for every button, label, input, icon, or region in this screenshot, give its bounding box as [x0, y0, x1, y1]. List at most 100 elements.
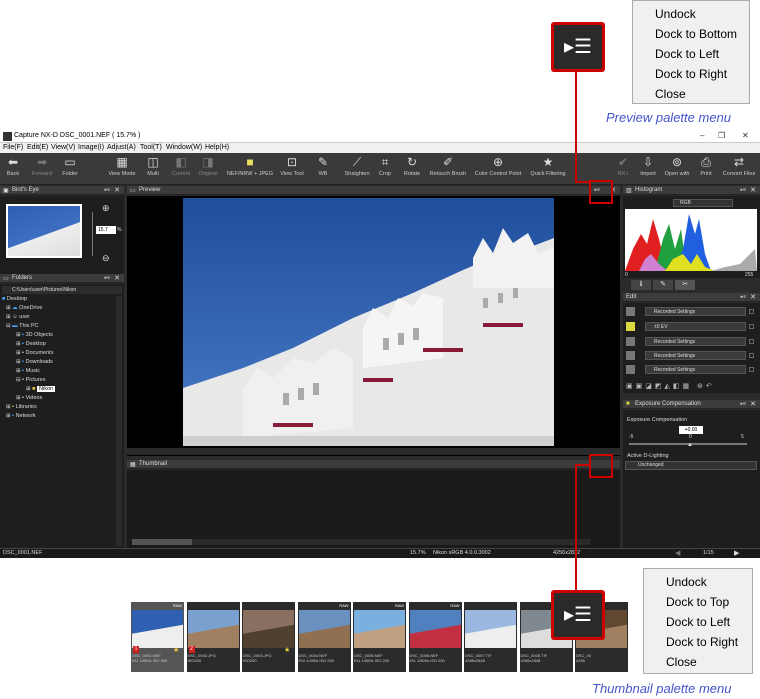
histogram-menu-button[interactable]: ▸≡: [741, 187, 746, 193]
straighten-button[interactable]: ⟋ Straighten: [340, 155, 374, 177]
thumbnail-item[interactable]: RAW 1 ★ DSC_0001.NEF f/11 1/500s ISO 200: [131, 602, 184, 672]
edit-close-icon[interactable]: ✕: [750, 293, 756, 301]
exposure-close-icon[interactable]: ✕: [750, 400, 756, 408]
tools-tab[interactable]: ✂: [675, 280, 695, 290]
maximize-button[interactable]: ❐: [718, 131, 725, 140]
picture-select[interactable]: Recorded Settings: [645, 351, 746, 360]
edit-tab[interactable]: ✎: [653, 280, 673, 290]
zoom-out-icon[interactable]: ⊖: [102, 253, 110, 264]
thumbnail-scrollbar[interactable]: [132, 539, 590, 545]
thumbnail-item[interactable]: DSC_0007.TIF 4288x2848: [464, 602, 517, 672]
tree-item[interactable]: ⊞ ▪ Documents: [16, 350, 53, 356]
rotate-button[interactable]: ↻ Rotate: [400, 155, 424, 177]
tree-item-selected[interactable]: ⊞ ■ Nikon: [26, 386, 56, 392]
nef-jpeg-button[interactable]: ■ NEF/NRW + JPEG: [226, 155, 274, 177]
crop-button[interactable]: ⌗ Crop: [376, 155, 394, 177]
thumbnail-item[interactable]: 2 DSC_0002.JPG ISO200: [186, 602, 240, 672]
histogram-close-icon[interactable]: ✕: [750, 186, 756, 194]
lens-select[interactable]: Recorded Settings: [645, 365, 746, 374]
birds-eye-menu-button[interactable]: ▸≡: [105, 187, 110, 193]
adl-select[interactable]: Unchanged: [625, 461, 757, 470]
menu-file[interactable]: File(F): [3, 144, 23, 151]
wb-select[interactable]: Recorded Settings: [645, 337, 746, 346]
exposure-slider-thumb[interactable]: ▲: [687, 442, 693, 448]
tree-item[interactable]: ⊞ ☺ user: [6, 314, 30, 320]
print-button[interactable]: ⎙ Print: [696, 155, 716, 177]
menu-item-dock-right[interactable]: Dock to Right: [666, 635, 738, 649]
current-button[interactable]: ◧ Current: [168, 155, 194, 177]
tree-item[interactable]: ⊞ ▪ Libraries: [6, 404, 37, 410]
menu-item-undock[interactable]: Undock: [655, 7, 696, 21]
tree-item[interactable]: ⊟ ▪ Pictures: [16, 377, 46, 383]
view-tool-button[interactable]: ⊡ View Tool: [276, 155, 308, 177]
edit-tool-icons[interactable]: ▣▣◪◩◭◧▦ ⊛↶: [626, 382, 756, 391]
histogram-channel-select[interactable]: RGB: [673, 199, 733, 207]
tree-item[interactable]: ⊞ ▪ Downloads: [16, 359, 53, 365]
retouch-brush-button[interactable]: ✐ Retouch Brush: [426, 155, 470, 177]
picture-checkbox[interactable]: [749, 353, 754, 358]
back-button[interactable]: ⬅ Back: [2, 155, 24, 177]
tree-item[interactable]: ⊞ ▪ Network: [6, 413, 36, 419]
thumbnail-item[interactable]: ★ DSC_0003.JPG ISO200: [242, 602, 295, 672]
menu-help[interactable]: Help(H): [205, 144, 229, 151]
birds-eye-thumbnail[interactable]: [6, 204, 82, 258]
menu-item-dock-left[interactable]: Dock to Left: [655, 47, 719, 61]
nx-i-button[interactable]: ✔ NX-i: [614, 155, 632, 177]
convert-files-button[interactable]: ⇄ Convert Files: [720, 155, 758, 177]
thumbnail-item[interactable]: RAW DSC_0006.NEF f/11 1/500s ISO 200: [408, 602, 462, 672]
picture-control-select[interactable]: Recorded Settings: [645, 307, 746, 316]
exposure-checkbox[interactable]: [749, 324, 754, 329]
birds-eye-close-icon[interactable]: ✕: [114, 186, 120, 194]
tree-item[interactable]: ⊞ ▪ Desktop: [16, 341, 46, 347]
tree-item[interactable]: ⊞ ▪ Videos: [16, 395, 42, 401]
close-window-button[interactable]: ✕: [742, 131, 749, 140]
wb-button[interactable]: ✎ WB: [314, 155, 332, 177]
multi-button[interactable]: ◫ Multi: [142, 155, 164, 177]
exposure-value-input[interactable]: +0.00: [679, 426, 703, 434]
wb-checkbox[interactable]: [749, 339, 754, 344]
menu-adjust[interactable]: Adjust(A): [107, 144, 136, 151]
tree-item[interactable]: ■ Desktop: [2, 296, 27, 302]
quick-filtering-button[interactable]: ★ Quick Filtering: [528, 155, 568, 177]
info-tab[interactable]: ℹ: [631, 280, 651, 290]
minimize-button[interactable]: –: [700, 131, 704, 140]
menu-view[interactable]: View(V): [51, 144, 75, 151]
thumbnail-item[interactable]: RAW DSC_0004.NEF f/10 1/400s ISO 200: [297, 602, 351, 672]
picture-control-checkbox[interactable]: [749, 309, 754, 314]
tree-item[interactable]: ⊞ ☁ OneDrive: [6, 305, 42, 311]
menu-image[interactable]: Image(I): [78, 144, 104, 151]
tree-item[interactable]: ⊞ ▪ Music: [16, 368, 40, 374]
exposure-menu-button[interactable]: ▸≡: [741, 401, 746, 407]
zoom-slider[interactable]: [92, 212, 93, 256]
zoom-in-icon[interactable]: ⊕: [102, 203, 110, 214]
tree-item[interactable]: ⊟ ▬ This PC: [6, 323, 39, 329]
menu-window[interactable]: Window(W): [166, 144, 202, 151]
menu-item-dock-left[interactable]: Dock to Left: [666, 615, 730, 629]
menu-item-undock[interactable]: Undock: [666, 575, 707, 589]
folders-menu-button[interactable]: ▸≡: [105, 275, 110, 281]
thumbnail-item[interactable]: RAW DSC_0005.NEF f/11 1/500s ISO 200: [353, 602, 406, 672]
original-button[interactable]: ◨ Original: [196, 155, 220, 177]
edit-menu-button[interactable]: ▸≡: [741, 294, 746, 300]
prev-page-button[interactable]: ◀: [675, 549, 680, 557]
next-page-button[interactable]: ▶: [734, 549, 739, 557]
exposure-select[interactable]: ±0 EV: [645, 322, 746, 331]
preview-image[interactable]: [183, 198, 554, 446]
folders-scrollbar[interactable]: [116, 296, 122, 546]
menu-item-close[interactable]: Close: [655, 87, 686, 101]
tree-item[interactable]: ⊞ ▪ 3D Objects: [16, 332, 53, 338]
lens-checkbox[interactable]: [749, 367, 754, 372]
zoom-input[interactable]: 15.7: [96, 226, 116, 234]
menu-item-close[interactable]: Close: [666, 655, 697, 669]
color-control-point-button[interactable]: ⊕ Color Control Point: [472, 155, 524, 177]
menu-item-dock-bottom[interactable]: Dock to Bottom: [655, 27, 737, 41]
menu-item-dock-top[interactable]: Dock to Top: [666, 595, 729, 609]
folder-button[interactable]: ▭ Folder: [58, 155, 82, 177]
forward-button[interactable]: ➡ Forward: [28, 155, 56, 177]
folders-close-icon[interactable]: ✕: [114, 274, 120, 282]
view-mode-button[interactable]: ▦ View Mode: [104, 155, 140, 177]
menu-edit[interactable]: Edit(E): [27, 144, 48, 151]
import-button[interactable]: ⇩ Import: [636, 155, 660, 177]
open-with-button[interactable]: ⊚ Open with: [662, 155, 692, 177]
menu-item-dock-right[interactable]: Dock to Right: [655, 67, 727, 81]
